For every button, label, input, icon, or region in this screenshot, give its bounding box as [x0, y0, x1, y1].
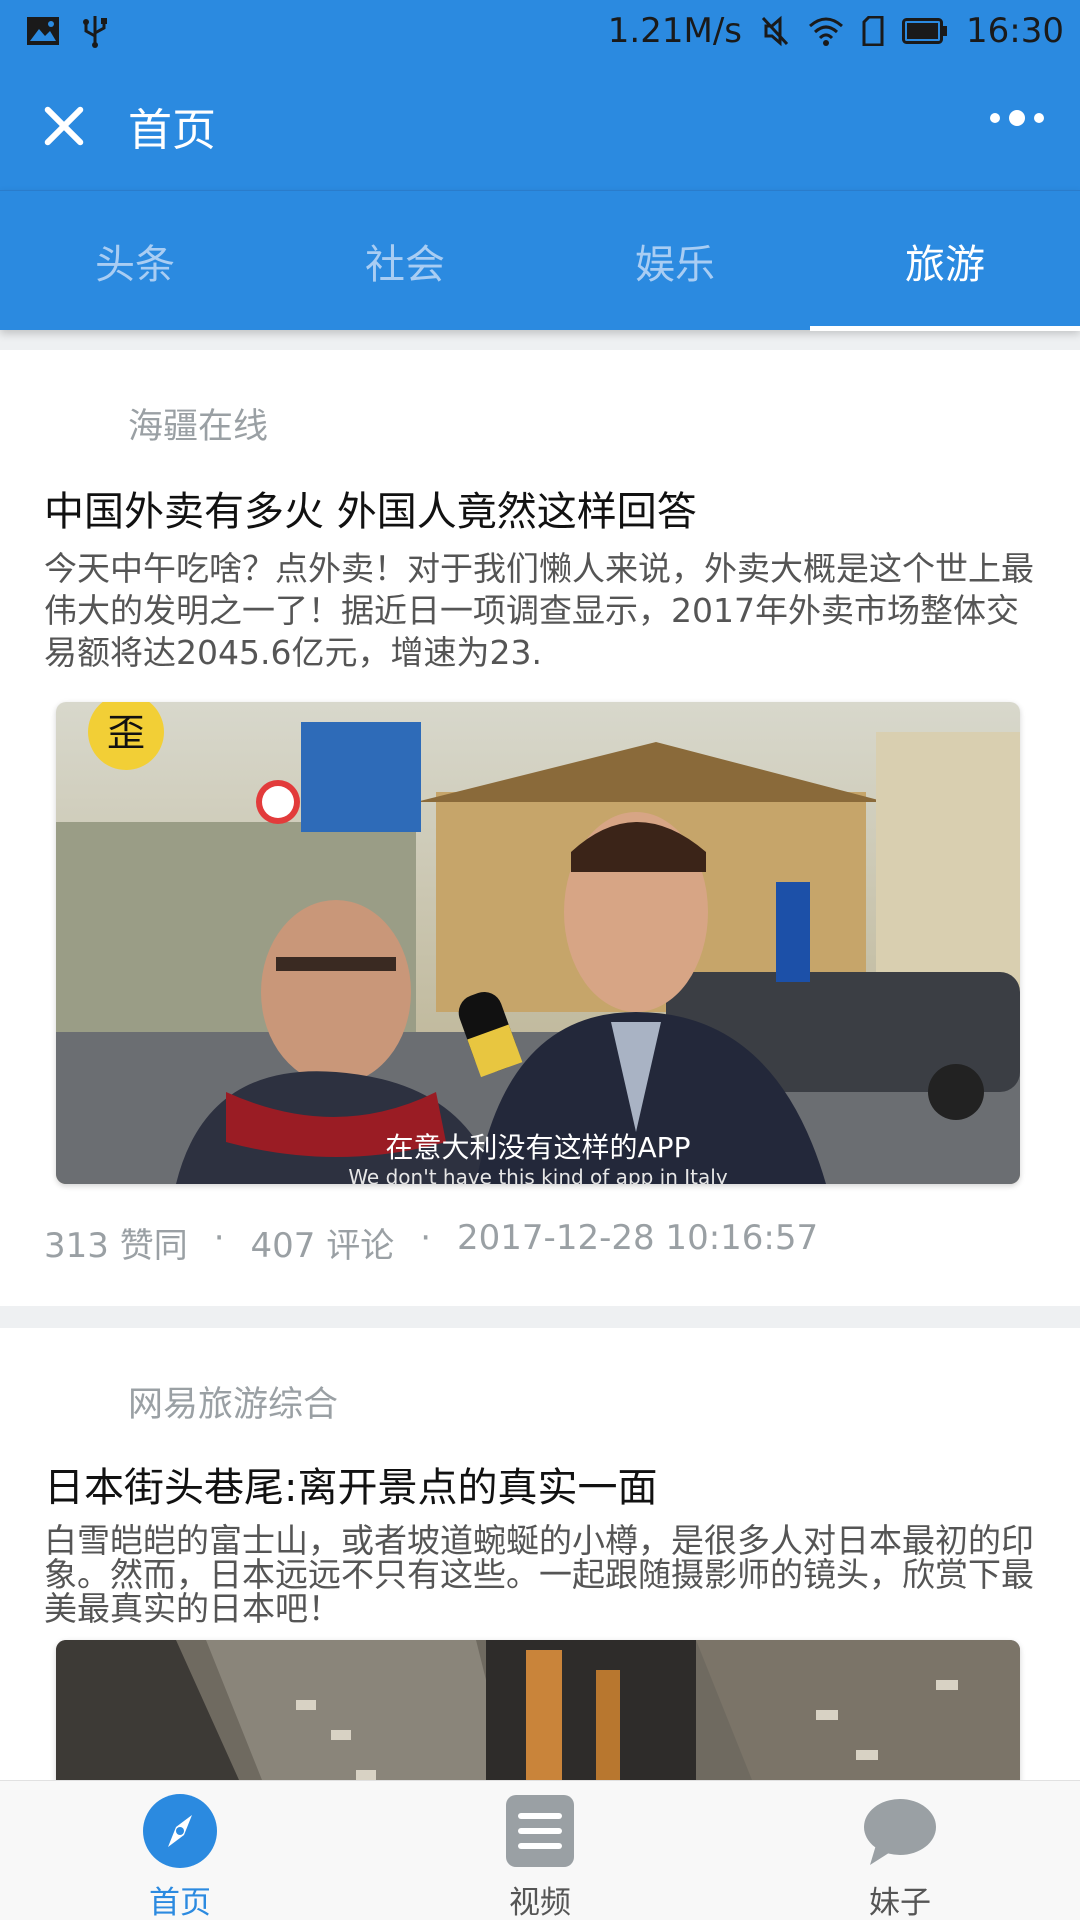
news-card[interactable]: 海疆在线 中国外卖有多火 外国人竟然这样回答 今天中午吃啥？点外卖！对于我们懒人…	[0, 350, 1080, 1306]
list-icon	[502, 1793, 578, 1869]
meta-separator: ·	[213, 1218, 225, 1258]
nav-video[interactable]: 视频	[360, 1781, 720, 1921]
title-bar: 首页	[0, 62, 1080, 190]
battery-icon	[902, 18, 948, 44]
close-button[interactable]	[34, 96, 94, 156]
image-caption: 在意大利没有这样的APP	[386, 1131, 691, 1164]
category-tabs: 头条 社会 娱乐 旅游	[0, 190, 1080, 331]
tab-entertainment[interactable]: 娱乐	[540, 191, 810, 331]
nav-label: 妹子	[869, 1885, 931, 1921]
like-count: 313 赞同	[44, 1226, 188, 1266]
clock: 16:30	[966, 11, 1064, 51]
usb-icon	[83, 16, 107, 48]
sim-icon	[862, 16, 884, 46]
image-notification-icon	[27, 17, 59, 45]
more-options-button[interactable]	[990, 110, 1044, 126]
nav-girls[interactable]: 妹子	[720, 1781, 1080, 1921]
meta-separator: ·	[420, 1218, 432, 1258]
more-dot-icon	[990, 113, 1000, 123]
status-left	[26, 14, 108, 48]
article-summary: 白雪皑皑的富士山，或者坡道蜿蜒的小樽，是很多人对日本最初的印象。然而，日本远远不…	[44, 1521, 1034, 1628]
wifi-icon	[809, 17, 844, 46]
status-bar: 1.21M/s 16:30	[0, 0, 1080, 62]
article-meta: 313 赞同 · 407 评论 · 2017-12-28 10:16:57	[44, 1218, 1036, 1267]
article-thumbnail[interactable]: 歪 在意大利没有这样的APP We don't have this kind o…	[56, 702, 1020, 1184]
chat-bubble-icon	[862, 1793, 938, 1869]
article-title[interactable]: 日本街头巷尾:离开景点的真实一面	[44, 1462, 1036, 1514]
article-title[interactable]: 中国外卖有多火 外国人竟然这样回答	[44, 486, 1036, 538]
publish-time: 2017-12-28 10:16:57	[457, 1218, 819, 1258]
comment-count: 407 评论	[250, 1226, 395, 1266]
nav-label: 视频	[509, 1885, 571, 1921]
compass-icon	[142, 1793, 218, 1869]
article-summary: 今天中午吃啥？点外卖！对于我们懒人来说，外卖大概是这个世上最伟大的发明之一了！据…	[44, 549, 1034, 672]
bottom-navigation: 首页 视频 妹子	[0, 1780, 1080, 1921]
tab-headlines[interactable]: 头条	[0, 191, 270, 331]
page-title: 首页	[128, 105, 216, 156]
nav-home[interactable]: 首页	[0, 1781, 360, 1921]
more-dot-icon	[1034, 113, 1044, 123]
nav-label: 首页	[149, 1885, 211, 1921]
article-source: 网易旅游综合	[128, 1385, 339, 1425]
image-logo-text: 歪	[107, 711, 145, 755]
tab-society[interactable]: 社会	[270, 191, 540, 331]
image-caption-en: We don't have this kind of app in Italy	[348, 1165, 728, 1184]
tab-travel[interactable]: 旅游	[810, 191, 1080, 331]
street-interview-image: 歪 在意大利没有这样的APP We don't have this kind o…	[56, 702, 1020, 1184]
more-dot-icon	[1009, 110, 1025, 126]
status-right: 1.21M/s 16:30	[608, 11, 1064, 51]
mute-icon	[761, 15, 789, 47]
article-source: 海疆在线	[128, 407, 269, 447]
network-speed: 1.21M/s	[607, 11, 743, 51]
